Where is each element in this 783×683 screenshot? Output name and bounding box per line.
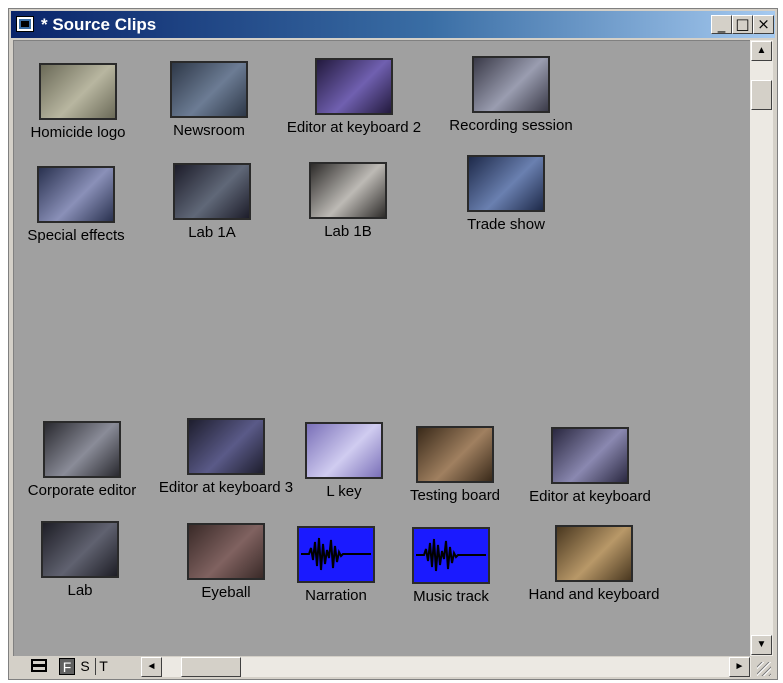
clip-hand-and-keyboard[interactable]: Hand and keyboard [509, 525, 679, 603]
horizontal-scrollbar[interactable]: ◄ ► [141, 657, 751, 677]
clip-thumbnail[interactable] [309, 162, 387, 219]
text-view-button[interactable]: T [95, 658, 111, 675]
clip-lab-1b[interactable]: Lab 1B [263, 162, 433, 240]
resize-grip-icon[interactable] [757, 662, 771, 676]
minimize-button[interactable]: _ [711, 15, 732, 34]
source-clips-window: * Source Clips _ □ × Homicide logo Newsr… [8, 8, 778, 680]
clip-trade-show[interactable]: Trade show [421, 155, 591, 233]
audio-waveform-icon [301, 537, 371, 571]
triangle-right-icon: ► [734, 661, 745, 672]
scroll-left-button[interactable]: ◄ [141, 657, 162, 677]
bin-menu-icon [31, 659, 47, 672]
frame-view-button[interactable]: F [59, 658, 75, 675]
title-bar[interactable]: * Source Clips _ □ × [11, 11, 775, 38]
clip-thumbnail[interactable] [551, 427, 629, 484]
triangle-left-icon: ◄ [146, 661, 157, 672]
bin-bottom-bar: F S T ◄ ► [13, 656, 773, 678]
window-title: * Source Clips [41, 15, 157, 34]
clip-thumbnail[interactable] [41, 521, 119, 578]
audio-waveform-thumbnail[interactable] [412, 527, 490, 584]
clip-label: Trade show [467, 216, 545, 233]
bin-menu-button[interactable] [29, 658, 49, 675]
clip-recording-session[interactable]: Recording session [426, 56, 596, 134]
clip-label: Lab 1B [324, 223, 372, 240]
scroll-right-button[interactable]: ► [729, 657, 750, 677]
clip-label: Editor at keyboard 2 [286, 119, 422, 136]
clip-editor-at-keyboard-2[interactable]: Editor at keyboard 2 [269, 58, 439, 136]
vertical-scroll-thumb[interactable] [751, 80, 772, 110]
audio-waveform-thumbnail[interactable] [297, 526, 375, 583]
triangle-up-icon: ▲ [756, 45, 767, 56]
clip-editor-at-keyboard[interactable]: Editor at keyboard [505, 427, 675, 505]
clip-thumbnail[interactable] [416, 426, 494, 483]
clip-thumbnail[interactable] [555, 525, 633, 582]
clip-thumbnail[interactable] [39, 63, 117, 120]
clip-thumbnail[interactable] [170, 61, 248, 118]
vertical-scrollbar[interactable]: ▲ ▼ [750, 40, 773, 656]
scroll-down-button[interactable]: ▼ [751, 635, 772, 655]
clip-label: Editor at keyboard [529, 488, 651, 505]
clip-thumbnail[interactable] [173, 163, 251, 220]
script-view-button[interactable]: S [77, 658, 93, 675]
clip-thumbnail[interactable] [472, 56, 550, 113]
bin-icon[interactable] [16, 16, 34, 32]
maximize-button[interactable]: □ [732, 15, 753, 34]
scroll-up-button[interactable]: ▲ [751, 41, 772, 61]
clip-thumbnail[interactable] [315, 58, 393, 115]
triangle-down-icon: ▼ [756, 639, 767, 650]
clip-thumbnail[interactable] [43, 421, 121, 478]
clip-thumbnail[interactable] [37, 166, 115, 223]
horizontal-scroll-thumb[interactable] [181, 657, 241, 677]
clip-frame-area: Homicide logo Newsroom Editor at keyboar… [13, 40, 750, 656]
clip-thumbnail[interactable] [187, 418, 265, 475]
clip-thumbnail[interactable] [467, 155, 545, 212]
audio-waveform-icon [416, 538, 486, 572]
close-button[interactable]: × [753, 15, 774, 34]
clip-label: Hand and keyboard [528, 586, 660, 603]
clip-label: Recording session [449, 117, 573, 134]
